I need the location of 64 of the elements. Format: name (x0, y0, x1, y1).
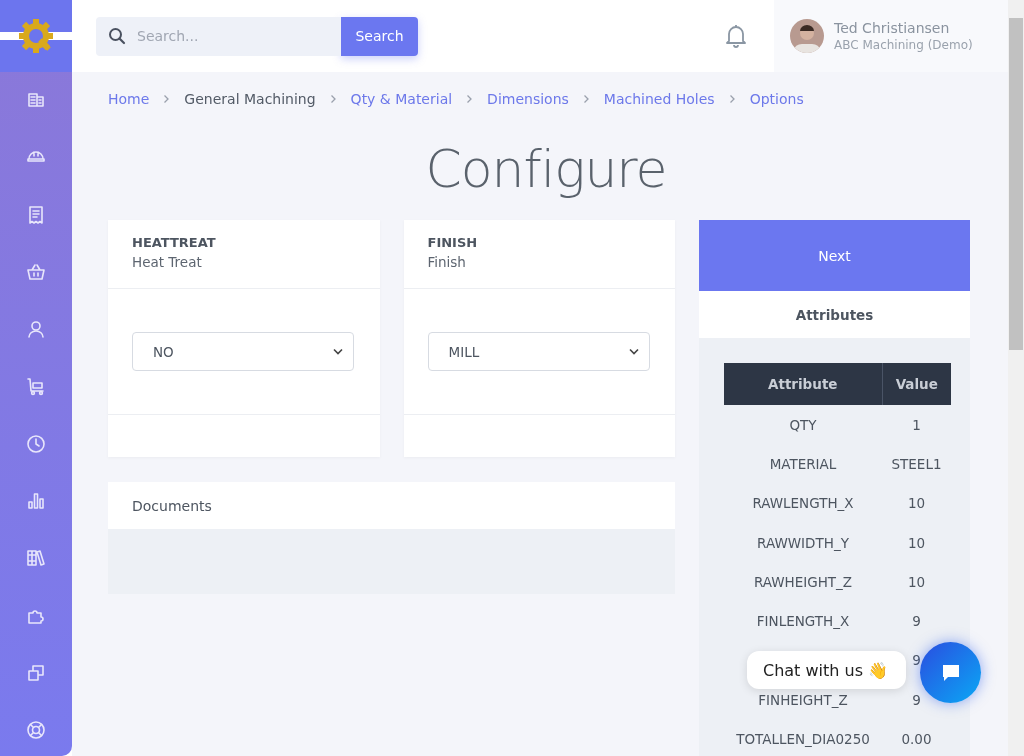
copy-icon[interactable] (26, 662, 46, 683)
receipt-icon[interactable] (26, 204, 46, 225)
breadcrumb-link[interactable]: Dimensions (487, 91, 569, 107)
table-cell-text: FINHEIGHT_Z (757, 690, 849, 710)
breadcrumb-current: General Machining (184, 91, 316, 107)
user-icon[interactable] (26, 319, 46, 340)
table-cell: QTY (724, 405, 882, 445)
table-cell-text: 9 (911, 651, 922, 671)
clock-icon[interactable] (26, 433, 46, 454)
scrollbar[interactable] (1008, 0, 1024, 756)
bell-icon[interactable] (724, 23, 748, 49)
table-cell-text: 10 (906, 494, 927, 514)
column-header: Value (882, 363, 951, 405)
caret-icon (333, 348, 343, 355)
breadcrumb-link[interactable]: Qty & Material (350, 91, 453, 107)
table-cell: 1 (882, 405, 951, 445)
chevron-icon (582, 94, 590, 104)
option-code: HEATTREAT (132, 235, 217, 250)
search-icon (108, 26, 126, 45)
search-field[interactable]: Search... (96, 16, 341, 56)
option-code: FINISH (427, 235, 479, 250)
table-cell-text: MATERIAL (768, 454, 838, 474)
gear-logo-icon[interactable] (16, 16, 56, 56)
table-cell-text: 9 (911, 690, 922, 710)
user-panel[interactable]: Ted Christiansen ABC Machining (Demo) (774, 0, 1008, 72)
attributes-title: Attributes (795, 306, 874, 323)
scrollbar-thumb[interactable] (1009, 18, 1023, 350)
page-title: Configure (424, 138, 668, 201)
lifebuoy-icon[interactable] (26, 720, 46, 741)
chevron-icon (466, 94, 474, 104)
building-icon[interactable] (26, 90, 46, 110)
table-cell-text: FINLENGTH_X (755, 612, 851, 632)
table-cell-text: 9 (911, 612, 922, 632)
documents-title: Documents (132, 497, 212, 514)
basket-icon[interactable] (26, 261, 46, 282)
table-cell-text: 10 (906, 572, 927, 592)
table-cell-text: TOTALLEN_DIA0250 (735, 730, 871, 749)
table-cell-text: STEEL1 (890, 454, 943, 474)
caret-icon (628, 348, 639, 355)
chevron-icon (163, 94, 171, 104)
user-name: Ted Christiansen (834, 20, 951, 36)
table-cell-text: RAWHEIGHT_Z (752, 572, 854, 592)
cart-icon[interactable] (26, 376, 46, 397)
option-select[interactable]: NO (132, 332, 354, 371)
chat-prompt[interactable]: Chat with us 👋 (747, 651, 907, 689)
table-cell-text: RAWWIDTH_Y (756, 533, 850, 553)
user-company: ABC Machining (Demo) (834, 38, 973, 52)
table-cell-text: 0.00 (900, 730, 933, 749)
table-cell-text: RAWLENGTH_X (751, 494, 855, 514)
chevron-icon (329, 94, 337, 104)
bar-chart-icon[interactable] (26, 491, 46, 512)
table-cell-text: 10 (906, 533, 927, 553)
books-icon[interactable] (26, 548, 46, 569)
breadcrumb-link[interactable]: Home (108, 91, 150, 107)
search-button[interactable]: Search (341, 16, 418, 56)
option-select[interactable]: MILL (427, 332, 650, 371)
option-name: Heat Treat (132, 254, 203, 270)
avatar (790, 19, 824, 53)
breadcrumb-link[interactable]: Machined Holes (603, 91, 715, 107)
next-button[interactable]: Next (699, 220, 970, 291)
column-header: Attribute (724, 363, 882, 405)
option-name: Finish (427, 254, 467, 270)
chevron-icon (728, 94, 736, 104)
breadcrumb-link[interactable]: Options (749, 91, 804, 107)
